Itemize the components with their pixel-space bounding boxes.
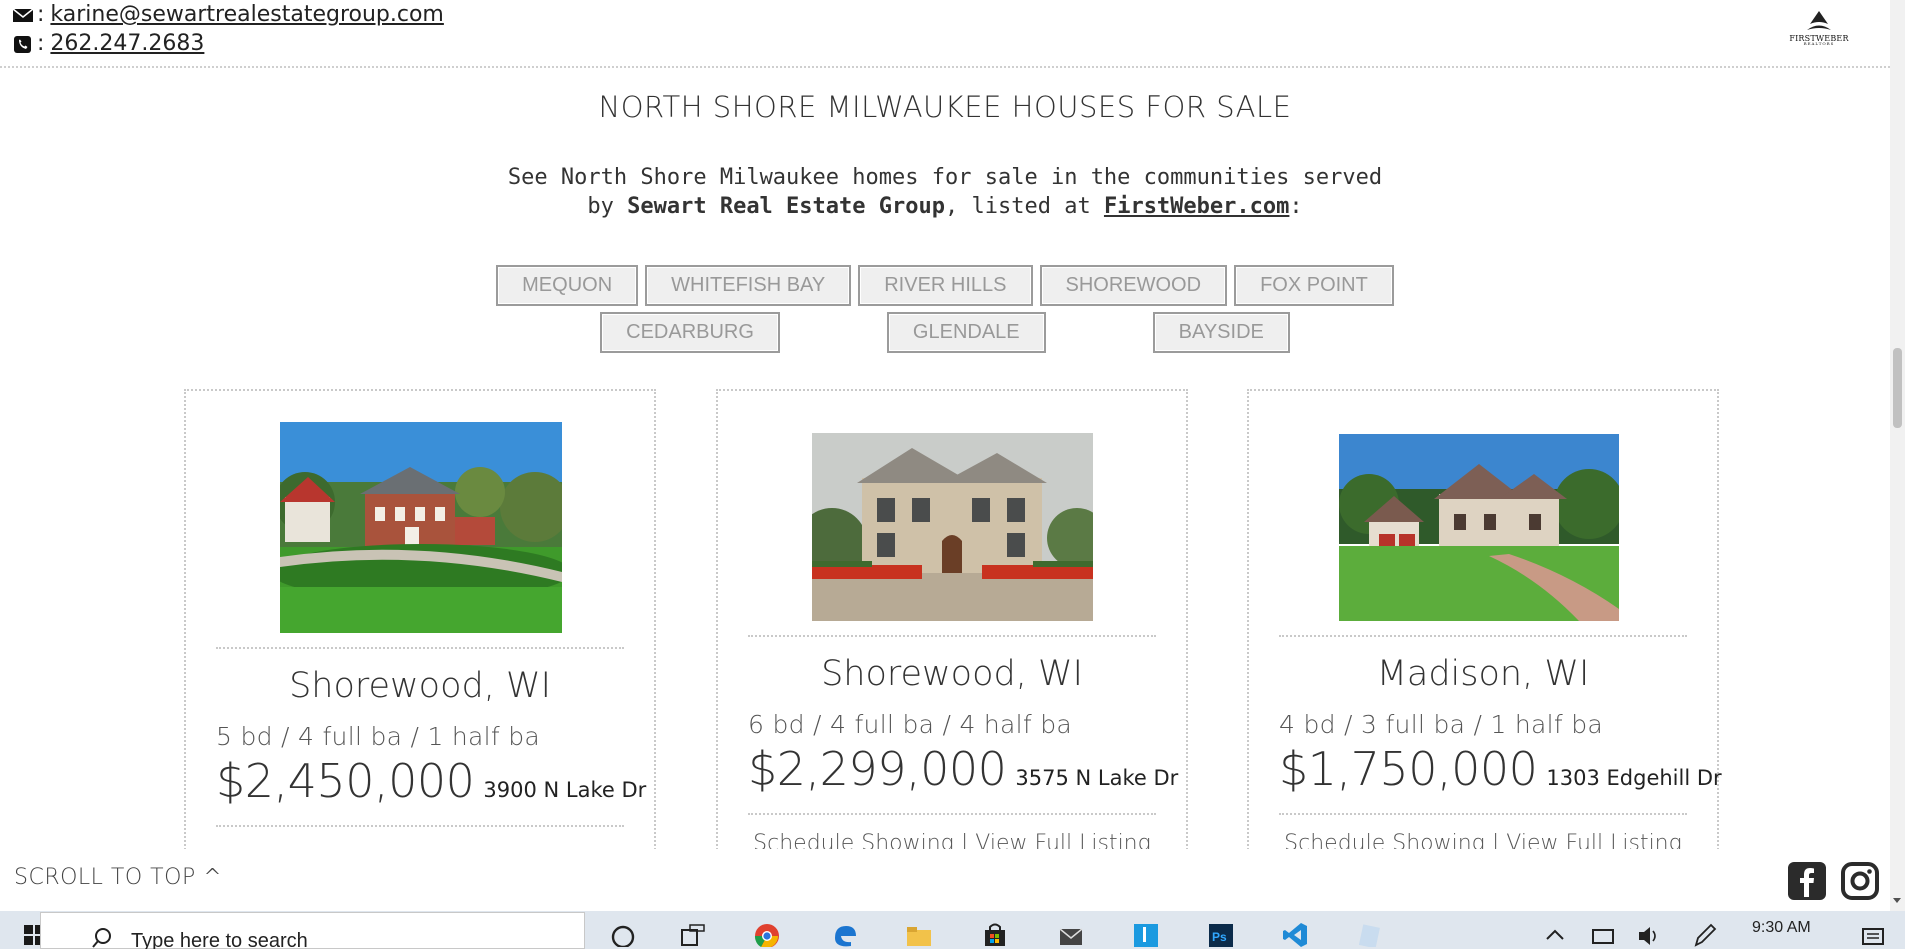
- community-button-glendale[interactable]: GLENDALE: [886, 312, 1046, 353]
- notifications-icon[interactable]: [1860, 921, 1886, 947]
- phone-separator: :: [37, 31, 45, 56]
- scrollbar-thumb[interactable]: [1893, 348, 1902, 428]
- store-icon[interactable]: [982, 921, 1008, 947]
- listing-cards: Shorewood, WI 5 bd / 4 full ba / 1 half …: [184, 389, 1722, 869]
- instagram-icon[interactable]: [1840, 861, 1880, 901]
- mail-icon[interactable]: [1058, 921, 1084, 947]
- card-divider: [216, 825, 624, 827]
- listing-card: Shorewood, WI 5 bd / 4 full ba / 1 half …: [184, 389, 656, 869]
- windows-taskbar: Type here to search Ps 9:30 AM: [0, 911, 1905, 949]
- intro-company: Sewart Real Estate Group: [627, 194, 945, 219]
- firstweber-mark-icon: [1807, 11, 1831, 30]
- community-button-fox-point[interactable]: FOX POINT: [1234, 265, 1394, 306]
- vscode-icon[interactable]: [1282, 921, 1308, 947]
- listing-card: Madison, WI 4 bd / 3 full ba / 1 half ba…: [1247, 389, 1722, 869]
- taskbar-clock[interactable]: 9:30 AM: [1752, 919, 1811, 937]
- email-separator: :: [37, 2, 45, 27]
- listing-price: $1,750,000: [1279, 742, 1538, 796]
- task-view-icon[interactable]: [680, 921, 706, 947]
- listing-photo[interactable]: [280, 422, 562, 633]
- facebook-icon[interactable]: [1787, 861, 1827, 901]
- card-divider: [1279, 813, 1687, 815]
- community-button-river-hills[interactable]: RIVER HILLS: [858, 265, 1033, 306]
- listing-address: 1303 Edgehill Dr: [1546, 766, 1722, 790]
- listing-city: Shorewood, WI: [289, 666, 551, 706]
- page-title: NORTH SHORE MILWAUKEE HOUSES FOR SALE: [598, 90, 1292, 124]
- firstweber-link[interactable]: FirstWeber.com: [1104, 194, 1289, 219]
- card-divider: [216, 647, 624, 649]
- listing-price-line: $2,299,000 3575 N Lake Dr: [748, 742, 1178, 796]
- cortana-icon[interactable]: [610, 921, 636, 947]
- notepad-icon[interactable]: [1357, 921, 1383, 947]
- listing-beds-baths: 6 bd / 4 full ba / 4 half ba: [748, 710, 1073, 739]
- phone-link[interactable]: 262.247.2683: [50, 31, 204, 56]
- listing-address: 3575 N Lake Dr: [1015, 766, 1179, 790]
- email-row: : karine@sewartrealestategroup.com: [12, 2, 444, 27]
- volume-icon[interactable]: [1636, 921, 1662, 947]
- listing-beds-baths: 4 bd / 3 full ba / 1 half ba: [1279, 710, 1604, 739]
- phone-row: : 262.247.2683: [12, 31, 204, 56]
- scroll-to-top-link[interactable]: SCROLL TO TOP ^: [14, 865, 222, 890]
- photoshop-icon[interactable]: Ps: [1208, 921, 1234, 947]
- svg-text:Ps: Ps: [1212, 930, 1227, 944]
- community-buttons-row-1: MEQUON WHITEFISH BAY RIVER HILLS SHOREWO…: [0, 265, 1890, 306]
- listing-address: 3900 N Lake Dr: [483, 778, 647, 802]
- intro-suffix: :: [1289, 194, 1303, 219]
- community-button-shorewood[interactable]: SHOREWOOD: [1039, 265, 1228, 306]
- phone-icon: [14, 35, 31, 53]
- app-l-icon[interactable]: [1133, 921, 1159, 947]
- scroll-down-arrow-icon[interactable]: [1893, 898, 1901, 903]
- taskbar-search-box[interactable]: Type here to search: [40, 912, 585, 949]
- listing-photo[interactable]: [1339, 434, 1619, 621]
- community-button-cedarburg[interactable]: CEDARBURG: [600, 312, 780, 353]
- community-buttons-row-2: CEDARBURG GLENDALE BAYSIDE: [0, 312, 1890, 353]
- listing-price: $2,450,000: [216, 754, 475, 808]
- firstweber-logo[interactable]: FIRSTWEBER REALTORS: [1788, 10, 1850, 46]
- listing-price-line: $1,750,000 1303 Edgehill Dr: [1279, 742, 1722, 796]
- listing-city: Madison, WI: [1376, 654, 1590, 694]
- search-placeholder: Type here to search: [131, 930, 308, 949]
- network-icon[interactable]: [1590, 921, 1616, 947]
- card-divider: [748, 813, 1156, 815]
- file-explorer-icon[interactable]: [906, 921, 932, 947]
- email-link[interactable]: karine@sewartrealestategroup.com: [50, 2, 443, 27]
- intro-middle: , listed at: [945, 194, 1104, 219]
- page-scrollbar[interactable]: [1890, 0, 1905, 911]
- listing-city: Shorewood, WI: [821, 654, 1083, 694]
- chrome-icon[interactable]: [754, 921, 780, 947]
- intro-text: See North Shore Milwaukee homes for sale…: [500, 163, 1390, 221]
- search-icon: [92, 928, 111, 948]
- edge-icon[interactable]: [832, 921, 858, 947]
- listing-photo[interactable]: [812, 433, 1093, 621]
- community-button-bayside[interactable]: BAYSIDE: [1152, 312, 1290, 353]
- listing-price-line: $2,450,000 3900 N Lake Dr: [216, 754, 646, 808]
- listing-card: Shorewood, WI 6 bd / 4 full ba / 4 half …: [716, 389, 1188, 869]
- pen-icon[interactable]: [1692, 921, 1718, 947]
- card-divider: [1279, 635, 1687, 637]
- envelope-icon: [12, 7, 34, 22]
- community-button-mequon[interactable]: MEQUON: [496, 265, 639, 306]
- tray-chevron-up-icon[interactable]: [1542, 921, 1568, 947]
- listing-price: $2,299,000: [748, 742, 1007, 796]
- card-divider: [748, 635, 1156, 637]
- community-button-whitefish-bay[interactable]: WHITEFISH BAY: [645, 265, 852, 306]
- sticky-footer: SCROLL TO TOP ^: [0, 849, 1890, 911]
- contact-bar: : karine@sewartrealestategroup.com : 262…: [0, 0, 1890, 68]
- listing-beds-baths: 5 bd / 4 full ba / 1 half ba: [216, 722, 541, 751]
